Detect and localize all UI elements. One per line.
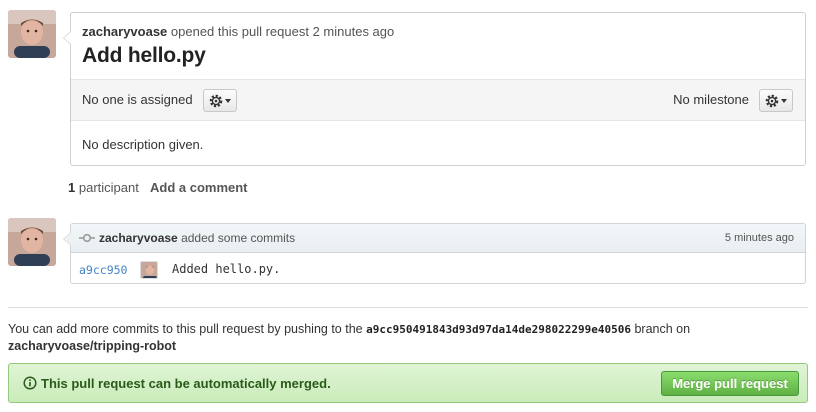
pull-request-description: No description given.: [82, 137, 204, 152]
pull-request-discussion: zacharyvoase opened this pull request 2 …: [63, 12, 806, 166]
merge-status-box: This pull request can be automatically m…: [8, 363, 808, 403]
opened-time: 2 minutes ago: [312, 24, 395, 39]
commits-header: zacharyvoase added some commits 5 minute…: [71, 224, 805, 253]
commits-event: zacharyvoase added some commits 5 minute…: [63, 223, 806, 284]
merge-pull-request-button[interactable]: Merge pull request: [661, 371, 799, 396]
branch-name: a9cc950491843d93d97da14de298022299e40506: [366, 323, 631, 336]
chevron-down-icon: [225, 98, 231, 103]
opened-line: zacharyvoase opened this pull request 2 …: [82, 24, 794, 39]
gear-icon: [765, 94, 779, 107]
milestone-label: No milestone: [673, 92, 749, 107]
participants-number: 1: [68, 180, 76, 195]
commit-sha-link[interactable]: a9cc950: [79, 263, 127, 277]
push-prefix: You can add more commits to this pull re…: [8, 322, 363, 336]
info-icon: [23, 376, 37, 390]
chevron-down-icon: [781, 98, 787, 103]
author-avatar[interactable]: [8, 10, 56, 58]
commits-time: 5 minutes ago: [724, 232, 794, 244]
assignee-settings-button[interactable]: [203, 89, 237, 112]
section-divider: [8, 307, 808, 308]
push-instructions: You can add more commits to this pull re…: [8, 321, 798, 355]
pull-request-title: Add hello.py: [82, 44, 206, 67]
opened-action: opened this pull request: [170, 24, 309, 39]
assignee-label: No one is assigned: [82, 92, 193, 107]
gear-icon: [209, 94, 223, 107]
push-suffix: branch on: [634, 322, 691, 336]
commit-message-link[interactable]: Added hello.py.: [172, 262, 280, 276]
pull-request-meta-bar: No one is assigned No milestone: [71, 79, 805, 121]
merge-status-text: This pull request can be automatically m…: [41, 376, 331, 391]
discussion-header: zacharyvoase opened this pull request 2 …: [71, 13, 805, 79]
add-comment-link[interactable]: Add a comment: [150, 180, 248, 195]
committer-avatar[interactable]: [8, 218, 56, 266]
commit-icon: [79, 233, 95, 243]
committer-link[interactable]: zacharyvoase: [99, 231, 178, 245]
participants-label: participant: [78, 180, 139, 195]
participants-count: 1 participant: [68, 180, 139, 195]
milestone-settings-button[interactable]: [759, 89, 793, 112]
commits-action: added some commits: [181, 231, 296, 245]
commit-author-avatar: [140, 261, 158, 279]
author-link[interactable]: zacharyvoase: [82, 24, 167, 39]
commits-summary: zacharyvoase added some commits: [99, 231, 295, 245]
repository-name: zacharyvoase/tripping-robot: [8, 339, 177, 353]
